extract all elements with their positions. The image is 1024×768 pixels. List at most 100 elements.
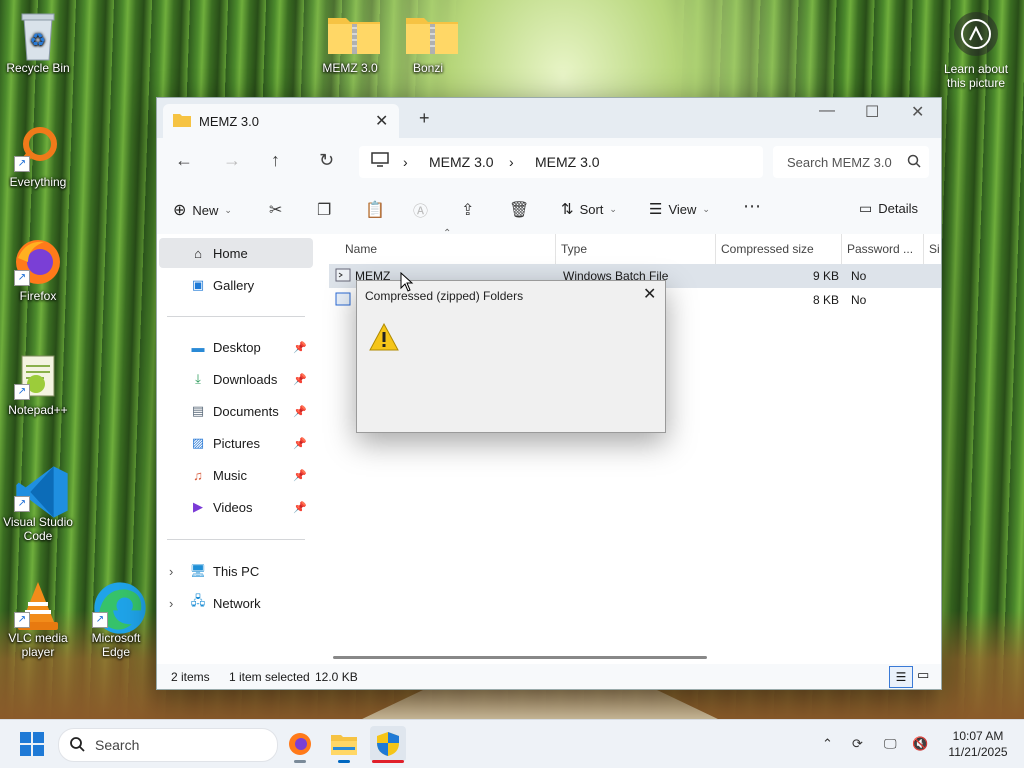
status-size: 12.0 KB [315, 670, 358, 684]
taskbar-search-label: Search [95, 737, 140, 753]
camera-icon [954, 12, 998, 56]
taskbar-search[interactable]: Search [58, 728, 278, 762]
cut-icon[interactable]: ✂ [269, 200, 282, 220]
shortcut-arrow-icon: ↗ [14, 496, 30, 512]
compressed-folders-dialog[interactable]: Compressed (zipped) Folders ✕ [356, 280, 666, 433]
shortcut-arrow-icon: ↗ [14, 384, 30, 400]
desktop-icon-bonzi-zip[interactable]: Bonzi [392, 10, 464, 75]
nav-item-documents[interactable]: ▤ Documents 📌 [159, 396, 313, 426]
taskbar-security-app[interactable] [370, 726, 406, 763]
details-button[interactable]: ▭ Details [859, 200, 918, 217]
pin-icon[interactable]: 📌 [293, 469, 307, 482]
column-divider[interactable] [841, 234, 842, 264]
breadcrumb[interactable]: › MEMZ 3.0 › MEMZ 3.0 [359, 146, 763, 178]
desktop-icon-notepad-plus[interactable]: ↗ Notepad++ [2, 352, 74, 417]
column-header-type[interactable]: Type [561, 234, 587, 264]
close-window-icon[interactable]: ✕ [911, 102, 924, 122]
new-tab-icon[interactable]: + [419, 108, 430, 129]
column-header-size[interactable]: Si [929, 234, 940, 264]
column-divider[interactable] [923, 234, 924, 264]
more-options-icon[interactable]: ⋯ [743, 196, 761, 217]
taskbar-firefox[interactable] [282, 726, 318, 763]
monitor-icon [371, 152, 389, 171]
sort-button[interactable]: ⇅ Sort ⌄ [561, 200, 617, 218]
refresh-icon[interactable]: ↻ [319, 150, 334, 171]
search-box[interactable]: Search MEMZ 3.0 [773, 146, 929, 178]
shortcut-arrow-icon: ↗ [14, 270, 30, 286]
pin-icon[interactable]: 📌 [293, 341, 307, 354]
edge-icon: ↗ [92, 580, 146, 634]
column-header-name[interactable]: Name [345, 234, 377, 264]
desktop-icon-everything[interactable]: ↗ Everything [2, 124, 74, 189]
clock-date: 11/21/2025 [948, 745, 1008, 759]
breadcrumb-item[interactable]: MEMZ 3.0 [429, 154, 494, 170]
system-clock[interactable]: 10:07 AM 11/21/2025 [938, 728, 1018, 760]
expand-chevron-icon[interactable]: › [169, 596, 173, 611]
desktop-icon-recycle-bin[interactable]: ♻ Recycle Bin [2, 10, 74, 75]
status-bar: 2 items 1 item selected 12.0 KB ☰ ▭ [157, 664, 941, 689]
horizontal-scrollbar[interactable] [333, 656, 707, 659]
network-icon: 🖧 [190, 593, 206, 608]
taskbar-file-explorer[interactable] [326, 726, 362, 763]
column-divider[interactable] [555, 234, 556, 264]
status-selection: 1 item selected [229, 670, 310, 684]
display-icon[interactable]: 🖵 [884, 736, 897, 752]
desktop-folder-icon: ▬ [191, 339, 205, 355]
chevron-up-icon[interactable]: ⌃ [822, 736, 833, 752]
volume-muted-icon[interactable]: 🔇 [912, 736, 928, 752]
copy-icon[interactable]: ❐ [317, 200, 331, 220]
paste-icon[interactable]: 📋 [365, 200, 385, 220]
tab-close-icon[interactable]: ✕ [375, 111, 388, 131]
tab-memz[interactable]: MEMZ 3.0 ✕ [163, 104, 399, 138]
column-header-password[interactable]: Password ... [847, 234, 913, 264]
nav-item-gallery[interactable]: ▣ Gallery [159, 270, 313, 300]
title-bar[interactable]: MEMZ 3.0 ✕ + — ☐ ✕ [157, 98, 941, 138]
pin-icon[interactable]: 📌 [293, 405, 307, 418]
download-icon: ⤓ [195, 371, 201, 386]
taskbar: Search ⌃ ⟳ 🖵 🔇 10:07 AM 11/21/2025 [0, 719, 1024, 768]
up-icon[interactable]: ↑ [271, 150, 280, 171]
view-button[interactable]: ☰ View ⌄ [649, 200, 710, 218]
pin-icon[interactable]: 📌 [293, 373, 307, 386]
recycle-bin-icon: ♻ [14, 10, 62, 61]
dialog-close-icon[interactable]: ✕ [643, 284, 656, 304]
details-view-icon[interactable]: ☰ [889, 666, 913, 688]
breadcrumb-item[interactable]: MEMZ 3.0 [535, 154, 600, 170]
navigation-pane: ⌂ Home ▣ Gallery ▬ Desktop 📌 ⤓ Downloads… [157, 234, 315, 664]
column-divider[interactable] [715, 234, 716, 264]
nav-item-videos[interactable]: ▶ Videos 📌 [159, 492, 313, 522]
nav-item-music[interactable]: ♫ Music 📌 [159, 460, 313, 490]
rename-icon[interactable]: Ⓐ [413, 200, 428, 221]
desktop-icon-vscode[interactable]: ↗ Visual Studio Code [2, 464, 74, 543]
desktop-icon-edge[interactable]: ↗ Microsoft Edge [80, 580, 152, 659]
nav-item-network[interactable]: › 🖧 Network [159, 588, 313, 618]
shortcut-arrow-icon: ↗ [14, 612, 30, 628]
file-explorer-icon [331, 735, 357, 755]
nav-item-home[interactable]: ⌂ Home [159, 238, 313, 268]
desktop-icon-memz-zip[interactable]: MEMZ 3.0 [314, 10, 386, 75]
desktop-icon-vlc[interactable]: ↗ VLC media player [2, 580, 74, 659]
desktop-icon-firefox[interactable]: ↗ Firefox [2, 238, 74, 303]
tiles-view-icon[interactable]: ▭ [917, 667, 929, 683]
learn-about-picture[interactable]: Learn about this picture [940, 12, 1012, 90]
nav-item-pictures[interactable]: ▨ Pictures 📌 [159, 428, 313, 458]
share-icon[interactable]: ⇪ [461, 200, 474, 220]
sync-icon[interactable]: ⟳ [852, 736, 863, 752]
new-button[interactable]: ⊕ New ⌄ [173, 200, 232, 220]
minimize-icon[interactable]: — [819, 102, 835, 120]
start-windows-icon[interactable] [20, 732, 44, 759]
expand-chevron-icon[interactable]: › [169, 564, 173, 579]
maximize-icon[interactable]: ☐ [865, 102, 879, 122]
nav-item-downloads[interactable]: ⤓ Downloads 📌 [159, 364, 313, 394]
delete-icon[interactable]: 🗑 [509, 200, 529, 220]
forward-icon[interactable]: → [223, 150, 241, 171]
nav-item-desktop[interactable]: ▬ Desktop 📌 [159, 332, 313, 362]
svg-text:♻: ♻ [30, 30, 46, 50]
nav-item-this-pc[interactable]: › 🖥 This PC [159, 556, 313, 586]
column-header-compressed-size[interactable]: Compressed size [721, 234, 814, 264]
back-icon[interactable]: ← [175, 150, 193, 171]
search-input[interactable]: Search MEMZ 3.0 [787, 155, 899, 170]
pin-icon[interactable]: 📌 [293, 437, 307, 450]
shortcut-arrow-icon: ↗ [14, 156, 30, 172]
pin-icon[interactable]: 📌 [293, 501, 307, 514]
